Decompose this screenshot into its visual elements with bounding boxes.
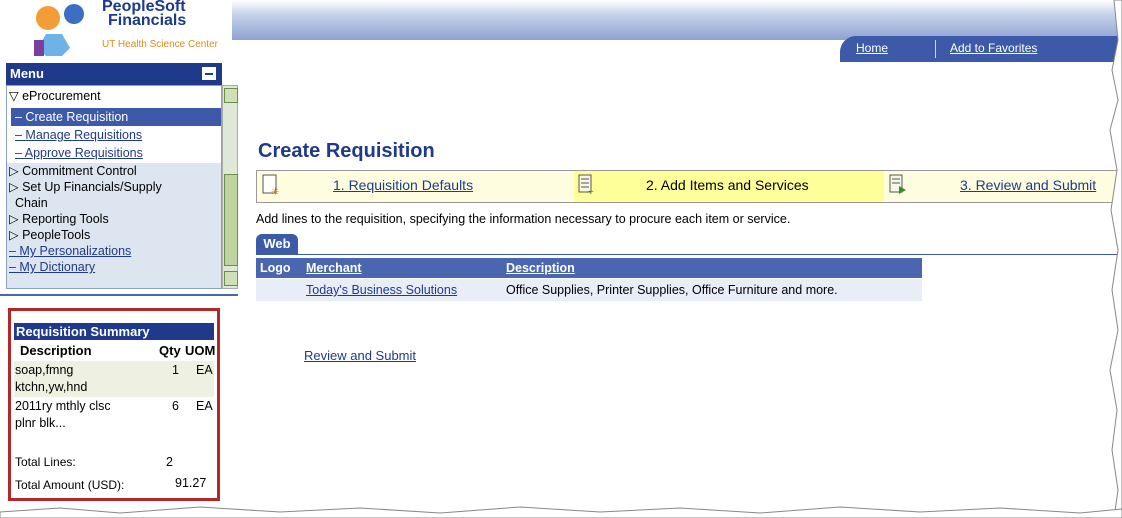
scroll-thumb[interactable] [224,174,238,266]
page-title: Create Requisition [258,140,435,162]
step-review-submit-link[interactable]: 3. Review and Submit [960,177,1096,193]
summary-col-description: Description [20,343,92,358]
grid-col-description[interactable]: Description [502,258,922,278]
add-items-icon: + [578,174,594,196]
merchant-description: Office Supplies, Printer Supplies, Offic… [506,283,838,297]
menu-item-reporting-tools[interactable]: ▷ Reporting Tools [9,212,109,227]
torn-edge-right [1109,0,1122,518]
menu-header: Menu [6,63,222,85]
header-separator [935,40,936,58]
peoplesoft-logo-icon [34,4,84,56]
requisition-defaults-icon[interactable]: ✳ [262,174,280,196]
menu-scrollbar[interactable] [222,85,238,289]
home-link[interactable]: Home [856,41,888,55]
menu-item-manage-requisitions[interactable]: – Manage Requisitions [15,128,142,143]
total-amount-value: 91.27 [175,476,207,490]
menu-title: Menu [10,66,44,81]
menu-item-eprocurement[interactable]: ▽ eProcurement [9,89,101,104]
logo-title: PeopleSoft Financials [102,0,187,29]
logo: PeopleSoft Financials UT Health Science … [0,0,232,62]
scroll-down-icon[interactable] [224,271,238,286]
step-requisition-defaults-link[interactable]: 1. Requisition Defaults [333,177,473,193]
svg-text:+: + [588,187,594,196]
menu-item-peopletools[interactable]: ▷ PeopleTools [9,228,90,243]
instructions-text: Add lines to the requisition, specifying… [256,212,791,226]
divider [0,294,238,296]
menu-item-setup-financials-cont[interactable]: Chain [15,196,48,211]
summary-title: Requisition Summary [14,323,214,340]
torn-edge-bottom [0,506,1122,518]
menu-item-setup-financials[interactable]: ▷ Set Up Financials/Supply [9,180,162,195]
total-lines-value: 2 [166,455,173,469]
summary-row-desc-cont: plnr blk... [15,416,66,430]
merchant-link[interactable]: Today's Business Solutions [306,283,457,297]
menu-item-approve-requisitions[interactable]: – Approve Requisitions [15,146,143,161]
logo-subtitle: UT Health Science Center [102,39,218,50]
add-to-favorites-link[interactable]: Add to Favorites [950,41,1037,55]
total-lines-label: Total Lines: [15,455,76,469]
menu-item-my-personalizations[interactable]: – My Personalizations [9,244,131,259]
tab-divider [256,254,1122,255]
summary-col-qty: Qty [159,343,181,358]
tab-web[interactable]: Web [256,234,298,254]
summary-row-desc: 2011ry mthly clsc [15,399,111,413]
menu-item-my-dictionary[interactable]: – My Dictionary [9,260,95,275]
menu-item-create-requisition[interactable]: – Create Requisition [15,110,128,125]
summary-row-uom: EA [196,363,213,377]
summary-row-qty: 6 [172,399,179,413]
grid-col-logo: Logo [256,258,302,278]
menu-item-commitment-control[interactable]: ▷ Commitment Control [9,164,137,179]
menu-panel: ▽ eProcurement – Create Requisition – Ma… [6,85,222,289]
header-banner [232,0,1122,40]
collapse-icon[interactable] [202,67,216,80]
summary-col-uom: UOM [185,343,216,358]
review-and-submit-link[interactable]: Review and Submit [304,348,416,363]
summary-row-qty: 1 [172,363,179,377]
grid-col-merchant[interactable]: Merchant [302,258,502,278]
review-submit-icon[interactable] [889,174,907,196]
summary-row-desc-cont: ktchn,yw,hnd [15,380,88,394]
summary-row-desc: soap,fmng [15,363,74,377]
svg-text:✳: ✳ [271,187,279,196]
summary-row-uom: EA [196,399,213,413]
step-add-items-current: 2. Add Items and Services [646,177,809,193]
total-amount-label: Total Amount (USD): [15,478,125,492]
scroll-up-icon[interactable] [224,88,238,103]
